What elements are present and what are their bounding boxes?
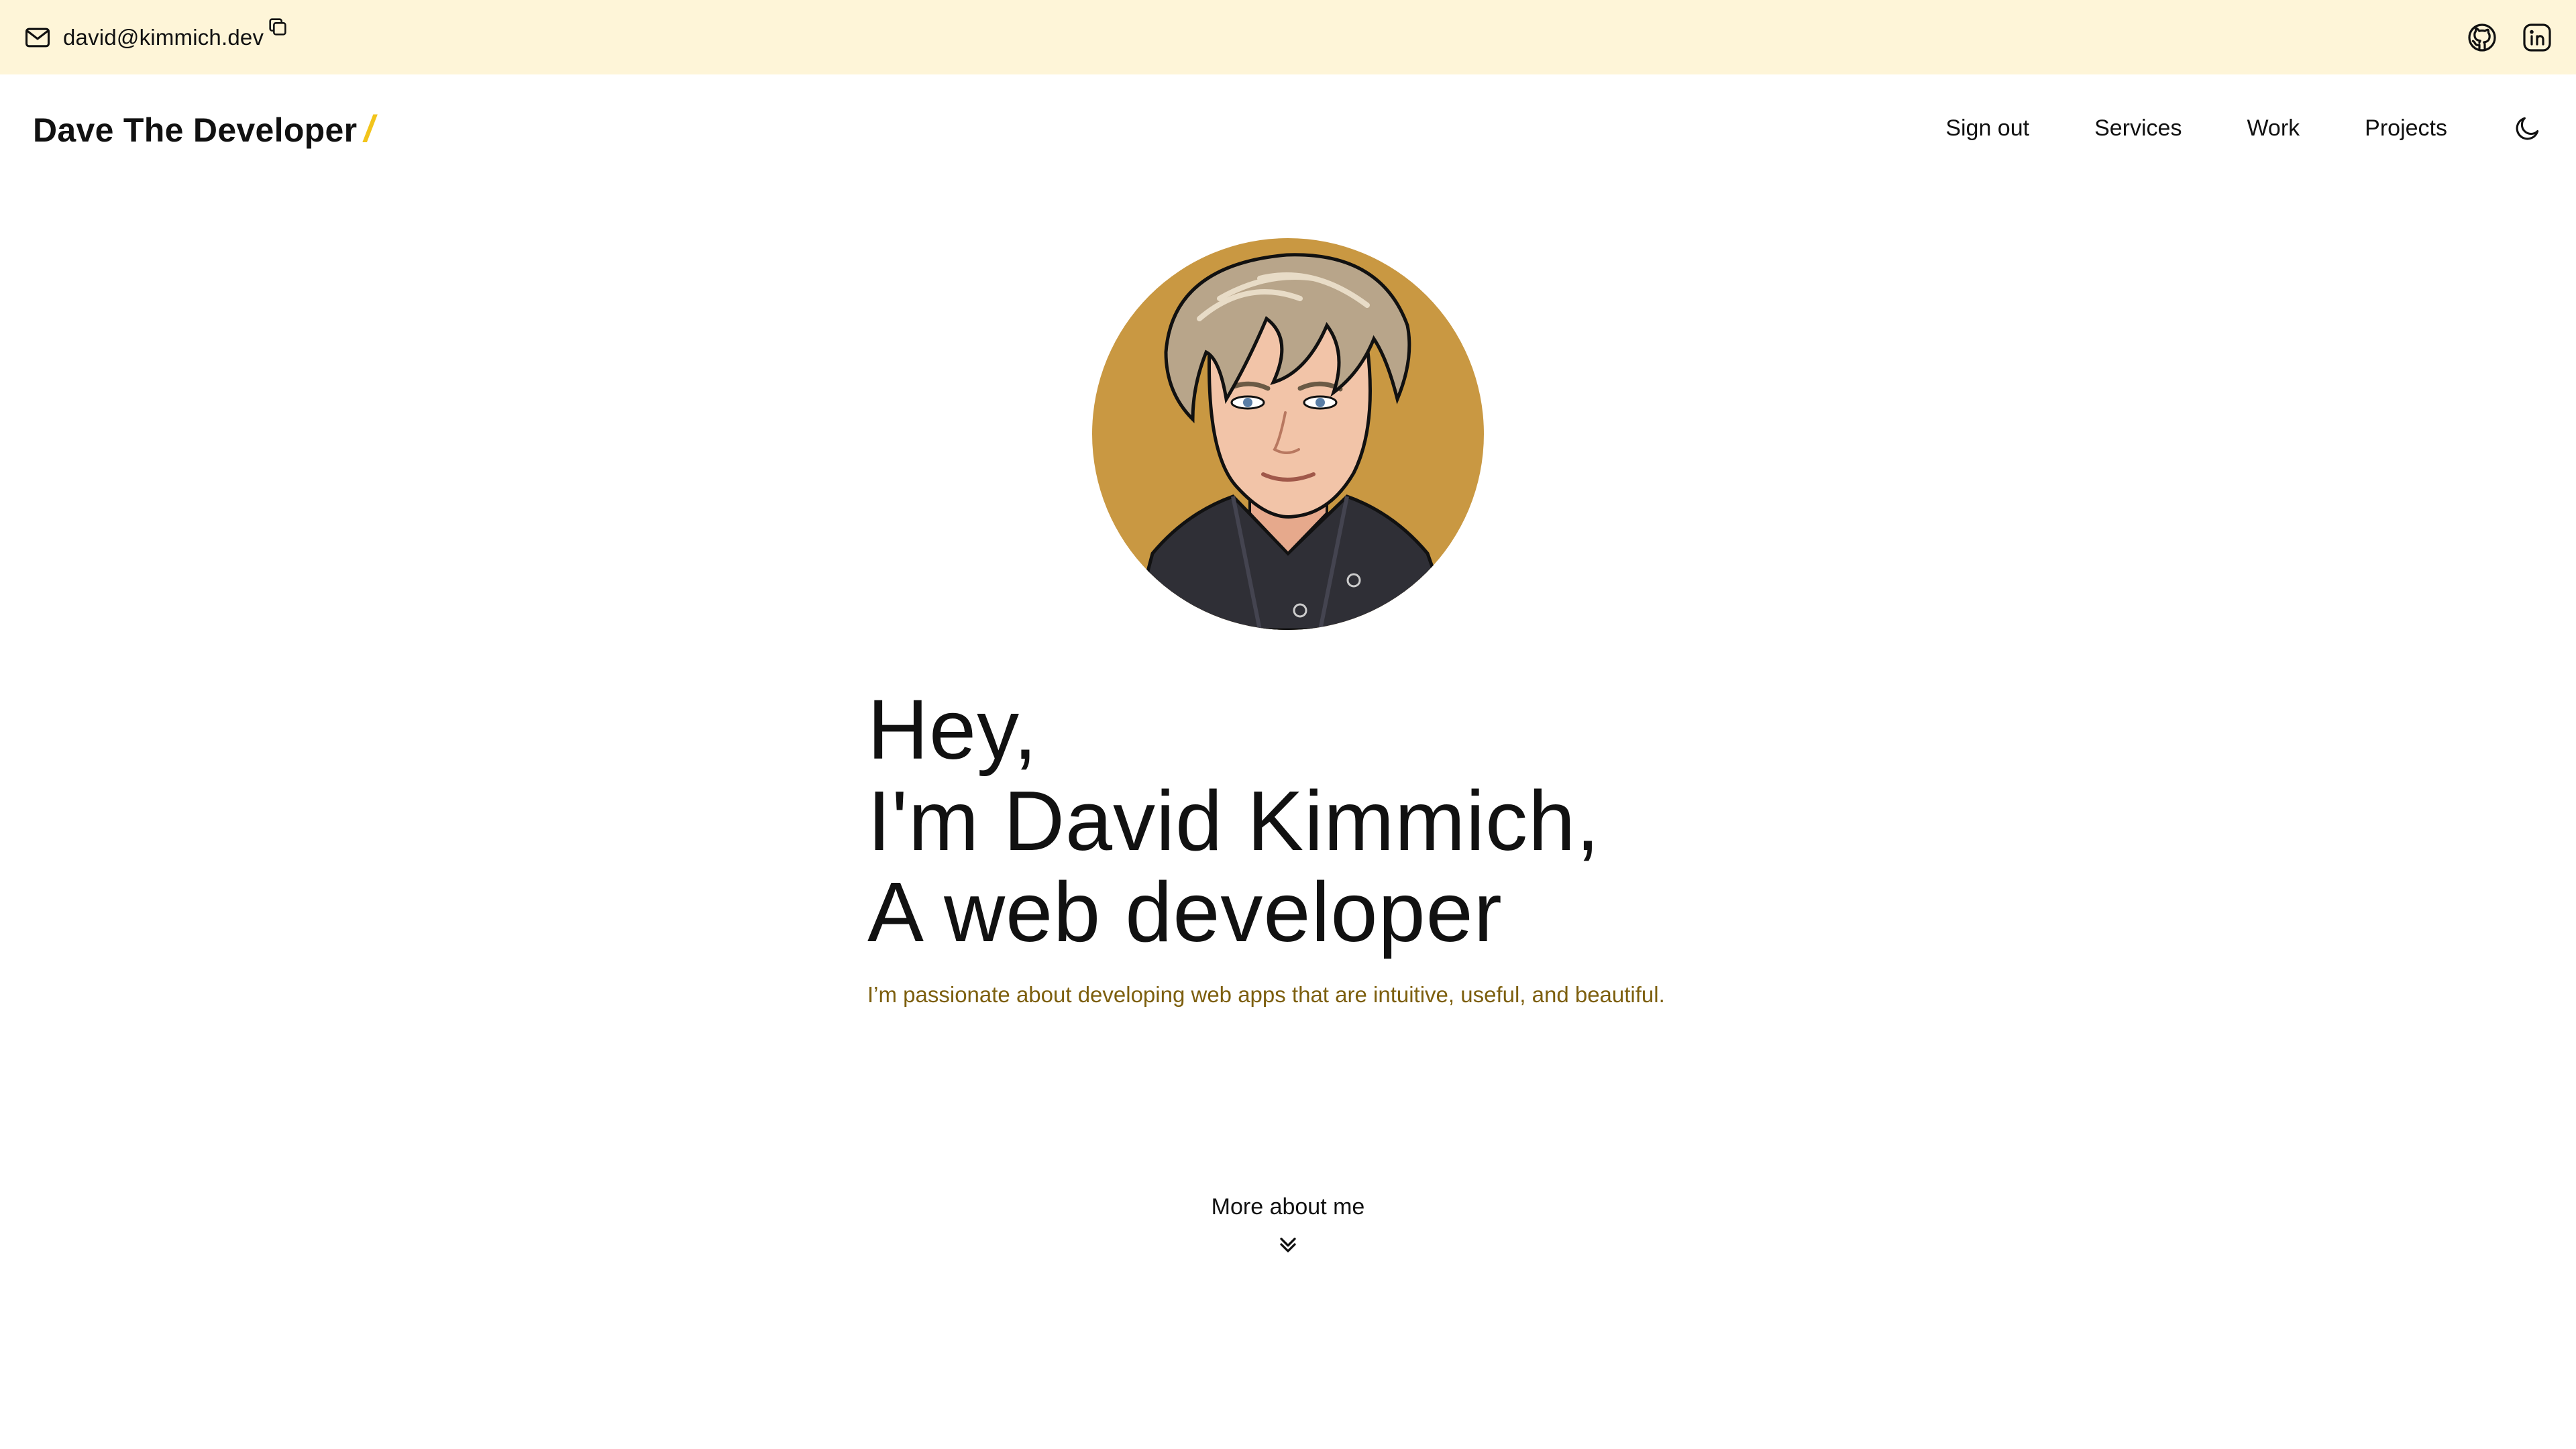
hero-section: Hey, I'm David Kimmich, A web developer … bbox=[867, 684, 1807, 1008]
copy-icon[interactable] bbox=[266, 15, 289, 38]
nav-work[interactable]: Work bbox=[2247, 115, 2300, 142]
moon-icon[interactable] bbox=[2513, 113, 2542, 143]
email-address: david@kimmich.dev bbox=[63, 24, 264, 50]
more-about-me-label: More about me bbox=[1211, 1194, 1365, 1220]
contact-email-group: david@kimmich.dev bbox=[23, 17, 289, 52]
nav-links: Sign out Services Work Projects bbox=[1945, 113, 2542, 143]
profile-avatar bbox=[1092, 238, 1484, 630]
mail-icon bbox=[23, 23, 52, 52]
social-links bbox=[2466, 21, 2553, 54]
nav-projects[interactable]: Projects bbox=[2365, 115, 2447, 142]
nav-sign-out[interactable]: Sign out bbox=[1945, 115, 2029, 142]
brand-name: Dave The Developer bbox=[33, 111, 358, 149]
linkedin-icon[interactable] bbox=[2521, 21, 2553, 54]
brand-logo[interactable]: Dave The Developer / bbox=[33, 107, 374, 150]
github-icon[interactable] bbox=[2466, 21, 2498, 54]
hero-line-greeting: Hey, bbox=[867, 682, 1038, 777]
contact-bar: david@kimmich.dev bbox=[0, 0, 2576, 74]
hero-heading: Hey, I'm David Kimmich, A web developer bbox=[867, 684, 1807, 958]
nav-services[interactable]: Services bbox=[2094, 115, 2182, 142]
hero-line-name: I'm David Kimmich, bbox=[867, 773, 1601, 868]
more-about-me-link[interactable]: More about me bbox=[0, 1194, 2576, 1258]
chevrons-down-icon bbox=[1275, 1231, 1301, 1258]
brand-mark: / bbox=[364, 107, 374, 150]
hero-tagline: I’m passionate about developing web apps… bbox=[867, 982, 1665, 1007]
avatar-illustration bbox=[1130, 253, 1456, 630]
main-navbar: Dave The Developer / Sign out Services W… bbox=[0, 74, 2576, 182]
hero-line-role: A web developer bbox=[867, 865, 1503, 959]
